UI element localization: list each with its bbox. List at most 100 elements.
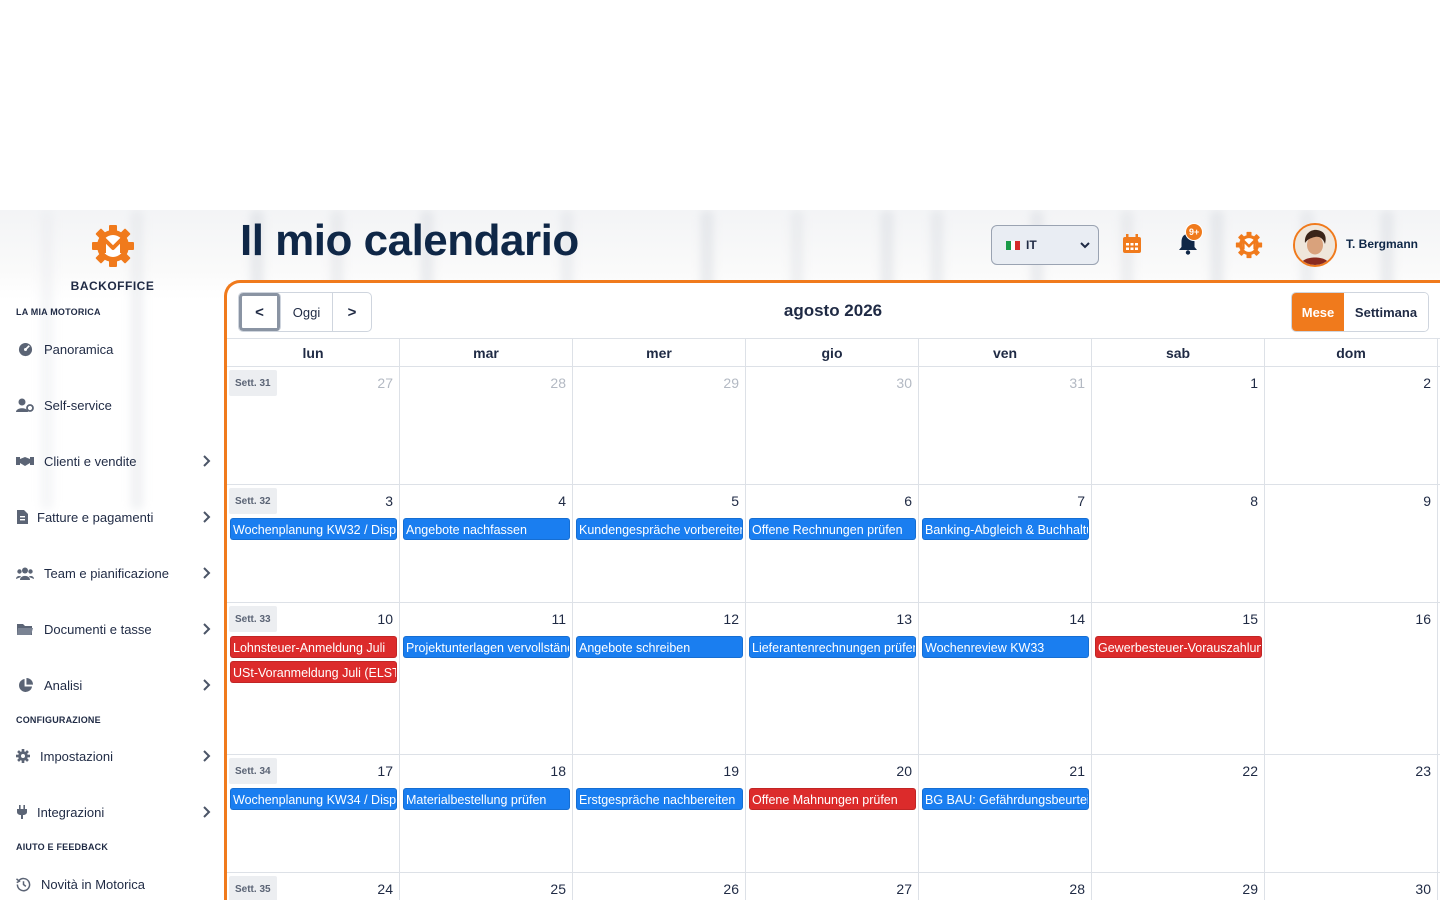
day-number[interactable]: 28 [1069, 881, 1085, 897]
day-number[interactable]: 14 [1069, 611, 1085, 627]
day-cell[interactable]: 21 BG BAU: Gefährdungsbeurteilung [919, 755, 1092, 872]
sidebar-item-panoramica[interactable]: Panoramica [16, 335, 212, 363]
calendar-event[interactable]: Offene Rechnungen prüfen [749, 518, 916, 540]
day-cell[interactable]: 28 [400, 367, 573, 484]
calendar-event[interactable]: USt-Voranmeldung Juli (ELSTER) [230, 661, 397, 683]
day-cell[interactable]: 24 Sett. 35 [227, 873, 400, 900]
day-cell[interactable]: 29 [573, 367, 746, 484]
day-cell[interactable]: 28 [919, 873, 1092, 900]
user-name[interactable]: T. Bergmann [1346, 237, 1418, 251]
week-number-badge[interactable]: Sett. 32 [229, 488, 277, 514]
day-cell[interactable]: 16 [1265, 603, 1438, 754]
week-number-badge[interactable]: Sett. 34 [229, 758, 277, 784]
day-number[interactable]: 25 [550, 881, 566, 897]
day-cell[interactable]: 31 [919, 367, 1092, 484]
day-number[interactable]: 30 [896, 375, 912, 391]
day-cell[interactable]: 9 [1265, 485, 1438, 602]
day-number[interactable]: 1 [1250, 375, 1258, 391]
day-number[interactable]: 2 [1423, 375, 1431, 391]
day-cell[interactable]: 30 [746, 367, 919, 484]
day-cell[interactable]: 3 Sett. 32 Wochenplanung KW32 / Dispositio… [227, 485, 400, 602]
sidebar-item-integrazioni[interactable]: Integrazioni [16, 798, 212, 826]
week-number-badge[interactable]: Sett. 31 [229, 370, 277, 396]
calendar-event[interactable]: Wochenplanung KW34 / Disposition [230, 788, 397, 810]
week-view-button[interactable]: Settimana [1344, 293, 1428, 331]
calendar-event[interactable]: BG BAU: Gefährdungsbeurteilung [922, 788, 1089, 810]
day-cell[interactable]: 23 [1265, 755, 1438, 872]
day-number[interactable]: 31 [1069, 375, 1085, 391]
sidebar-item-impostazioni[interactable]: Impostazioni [16, 742, 212, 770]
day-number[interactable]: 22 [1242, 763, 1258, 779]
day-cell[interactable]: 20 Offene Mahnungen prüfen [746, 755, 919, 872]
calendar-event[interactable]: Angebote schreiben [576, 636, 743, 658]
day-number[interactable]: 5 [731, 493, 739, 509]
day-number[interactable]: 15 [1242, 611, 1258, 627]
day-number[interactable]: 11 [551, 611, 566, 627]
day-cell[interactable]: 6 Offene Rechnungen prüfen [746, 485, 919, 602]
day-number[interactable]: 29 [1242, 881, 1258, 897]
day-number[interactable]: 29 [723, 375, 739, 391]
day-cell[interactable]: 5 Kundengespräche vorbereiten [573, 485, 746, 602]
day-number[interactable]: 19 [723, 763, 739, 779]
day-number[interactable]: 8 [1250, 493, 1258, 509]
day-cell[interactable]: 2 [1265, 367, 1438, 484]
day-cell[interactable]: 12 Angebote schreiben [573, 603, 746, 754]
calendar-event[interactable]: Gewerbesteuer-Vorauszahlung [1095, 636, 1262, 658]
day-number[interactable]: 10 [377, 611, 393, 627]
day-number[interactable]: 18 [550, 763, 566, 779]
brand-logo[interactable]: BACKOFFICE [0, 222, 225, 293]
day-number[interactable]: 12 [723, 611, 739, 627]
sidebar-item-analisi[interactable]: Analisi [16, 671, 212, 699]
sidebar-item-team-pianificazione[interactable]: Team e pianificazione [16, 559, 212, 587]
day-number[interactable]: 16 [1415, 611, 1431, 627]
calendar-event[interactable]: Projektunterlagen vervollständigen [403, 636, 570, 658]
day-number[interactable]: 20 [896, 763, 912, 779]
day-cell[interactable]: 27 Sett. 31 [227, 367, 400, 484]
day-cell[interactable]: 25 [400, 873, 573, 900]
week-number-badge[interactable]: Sett. 35 [229, 876, 277, 900]
language-select[interactable]: IT [991, 225, 1099, 265]
day-cell[interactable]: 4 Angebote nachfassen [400, 485, 573, 602]
calendar-event[interactable]: Lieferantenrechnungen prüfen [749, 636, 916, 658]
day-cell[interactable]: 17 Sett. 34 Wochenplanung KW34 / Dispositi… [227, 755, 400, 872]
day-number[interactable]: 28 [550, 375, 566, 391]
day-number[interactable]: 4 [558, 493, 566, 509]
day-cell[interactable]: 14 Wochenreview KW33 [919, 603, 1092, 754]
day-number[interactable]: 27 [896, 881, 912, 897]
day-number[interactable]: 7 [1077, 493, 1085, 509]
calendar-icon[interactable] [1120, 232, 1144, 256]
calendar-event[interactable]: Banking-Abgleich & Buchhaltung [922, 518, 1089, 540]
day-number[interactable]: 6 [904, 493, 912, 509]
day-cell[interactable]: 8 [1092, 485, 1265, 602]
day-cell[interactable]: 7 Banking-Abgleich & Buchhaltung [919, 485, 1092, 602]
calendar-event[interactable]: Lohnsteuer-Anmeldung Juli [230, 636, 397, 658]
day-cell[interactable]: 19 Erstgespräche nachbereiten [573, 755, 746, 872]
day-number[interactable]: 17 [377, 763, 393, 779]
calendar-event[interactable]: Angebote nachfassen [403, 518, 570, 540]
sidebar-item-self-service[interactable]: Self-service [16, 391, 212, 419]
sidebar-item-fatture-pagamenti[interactable]: Fatture e pagamenti [16, 503, 212, 531]
calendar-event[interactable]: Kundengespräche vorbereiten [576, 518, 743, 540]
day-cell[interactable]: 27 [746, 873, 919, 900]
day-number[interactable]: 13 [896, 611, 912, 627]
calendar-event[interactable]: Wochenplanung KW32 / Disposition [230, 518, 397, 540]
day-cell[interactable]: 26 [573, 873, 746, 900]
calendar-event[interactable]: Wochenreview KW33 [922, 636, 1089, 658]
day-cell[interactable]: 11 Projektunterlagen vervollständigen [400, 603, 573, 754]
day-cell[interactable]: 22 [1092, 755, 1265, 872]
week-number-badge[interactable]: Sett. 33 [229, 606, 277, 632]
day-cell[interactable]: 18 Materialbestellung prüfen [400, 755, 573, 872]
day-cell[interactable]: 15 Gewerbesteuer-Vorauszahlung [1092, 603, 1265, 754]
calendar-event[interactable]: Offene Mahnungen prüfen [749, 788, 916, 810]
day-number[interactable]: 30 [1415, 881, 1431, 897]
day-cell[interactable]: 10 Sett. 33 Lohnsteuer-Anmeldung Juli USt-V… [227, 603, 400, 754]
day-number[interactable]: 21 [1069, 763, 1085, 779]
day-number[interactable]: 3 [385, 493, 393, 509]
day-number[interactable]: 24 [377, 881, 393, 897]
day-number[interactable]: 27 [377, 375, 393, 391]
calendar-event[interactable]: Erstgespräche nachbereiten [576, 788, 743, 810]
day-cell[interactable]: 30 [1265, 873, 1438, 900]
day-number[interactable]: 9 [1423, 493, 1431, 509]
sidebar-item-novita[interactable]: Novità in Motorica [16, 870, 212, 898]
avatar[interactable] [1293, 223, 1337, 267]
